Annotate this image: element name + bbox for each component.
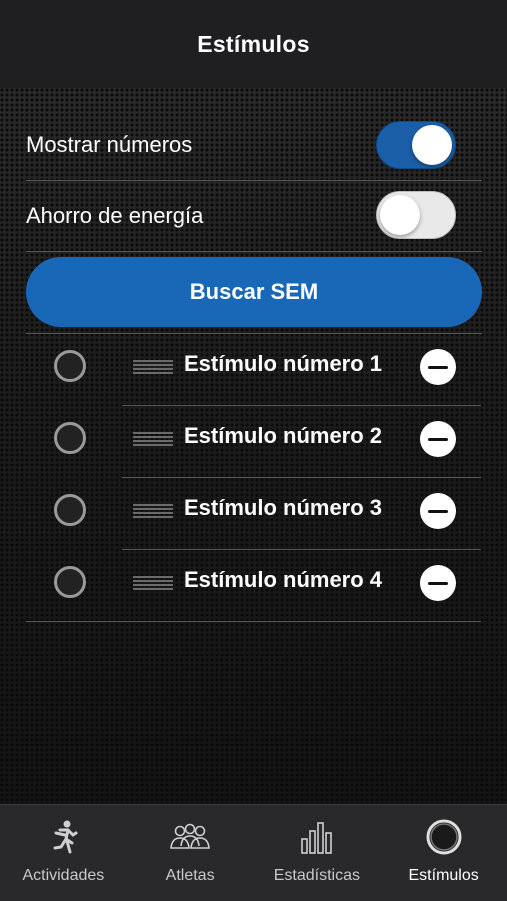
divider [26, 621, 481, 622]
select-radio[interactable] [54, 422, 86, 454]
drag-handle-icon[interactable] [133, 432, 173, 446]
tab-estimulos[interactable]: Estímulos [380, 805, 507, 901]
power-saving-toggle[interactable] [376, 191, 456, 239]
athletes-icon [168, 817, 212, 857]
stimulus-label: Estímulo número 1 [184, 351, 383, 376]
remove-icon[interactable] [420, 349, 456, 385]
tab-actividades[interactable]: Actividades [0, 805, 127, 901]
nav-header: Estímulos [0, 0, 507, 88]
select-radio[interactable] [54, 494, 86, 526]
stimulus-row[interactable]: Estímulo número 3 [0, 478, 507, 550]
stimulus-row[interactable]: Estímulo número 1 [0, 334, 507, 406]
toggle-knob [380, 195, 420, 235]
show-numbers-label: Mostrar números [26, 132, 193, 157]
toggle-knob [412, 125, 452, 165]
power-saving-row: Ahorro de energía [26, 181, 482, 252]
tab-atletas[interactable]: Atletas [127, 805, 254, 901]
stimulus-label: Estímulo número 2 [184, 423, 383, 448]
tab-label: Estadísticas [273, 867, 360, 884]
runner-icon [41, 817, 85, 857]
tab-label: Estímulos [408, 867, 479, 884]
stimulus-label: Estímulo número 3 [184, 495, 383, 520]
tab-label: Atletas [165, 867, 215, 884]
drag-handle-icon[interactable] [133, 576, 173, 590]
show-numbers-row: Mostrar números [26, 110, 482, 181]
power-saving-label: Ahorro de energía [26, 203, 204, 228]
show-numbers-toggle[interactable] [376, 121, 456, 169]
stimulus-row[interactable]: Estímulo número 2 [0, 406, 507, 478]
tab-label: Actividades [22, 867, 105, 884]
stimulus-row[interactable]: Estímulo número 4 [0, 550, 507, 622]
ring-icon [422, 817, 466, 857]
select-radio[interactable] [54, 350, 86, 382]
drag-handle-icon[interactable] [133, 504, 173, 518]
page-title: Estímulos [197, 30, 310, 57]
stimulus-label: Estímulo número 4 [184, 567, 383, 592]
remove-icon[interactable] [420, 493, 456, 529]
bar-chart-icon [295, 817, 339, 857]
remove-icon[interactable] [420, 565, 456, 601]
select-radio[interactable] [54, 566, 86, 598]
tab-bar: Actividades Atletas Estadísticas Estímul… [0, 804, 507, 901]
drag-handle-icon[interactable] [133, 360, 173, 374]
tab-estadisticas[interactable]: Estadísticas [254, 805, 381, 901]
remove-icon[interactable] [420, 421, 456, 457]
main-content: Mostrar números Ahorro de energía Buscar… [0, 88, 507, 804]
scan-sem-button[interactable]: Buscar SEM [26, 257, 482, 327]
